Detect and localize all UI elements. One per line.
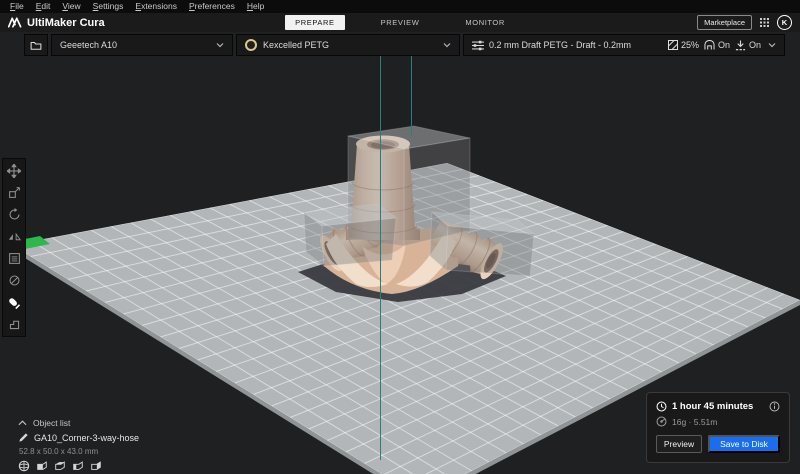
menu-help[interactable]: Help [241,0,270,13]
adhesion-icon [735,39,746,50]
support-blocker-tool-icon[interactable] [7,273,22,288]
move-tool-icon[interactable] [7,163,22,178]
object-list-panel: Object list GA10_Corner-3-way-hose 52.8 … [18,418,139,472]
menu-preferences[interactable]: Preferences [183,0,241,13]
profile-name: 0.2 mm Draft PETG - Draft - 0.2mm [489,40,632,50]
object-name: GA10_Corner-3-way-hose [34,432,140,443]
object-list-title: Object list [33,418,71,428]
avatar[interactable]: K [777,15,792,30]
camera-view-presets [18,460,139,472]
stage-tabs: PREPARE PREVIEW MONITOR [0,13,800,32]
material-selector[interactable]: Kexcelled PETG [236,34,460,56]
printer-selector[interactable]: Geeetech A10 [51,34,233,56]
infill-summary: 25% [667,40,699,50]
tab-anti-warping-tool-icon[interactable] [7,317,22,332]
chevron-up-icon [18,420,27,426]
support-value: On [717,40,730,50]
pencil-icon [19,433,28,442]
object-list-toggle[interactable]: Object list [18,418,139,428]
object-list-item[interactable]: GA10_Corner-3-way-hose [18,432,139,443]
print-settings-sliders-icon [472,40,484,50]
tab-preview[interactable]: PREVIEW [371,15,430,30]
config-bar: Geeetech A10 Kexcelled PETG 0.2 mm Draft… [24,34,785,56]
menu-edit[interactable]: Edit [30,0,57,13]
apps-grid-icon[interactable] [760,18,769,27]
adhesion-summary: On [735,39,761,51]
infill-icon [667,40,678,50]
tab-monitor[interactable]: MONITOR [455,15,514,30]
material-spool-icon [245,39,257,51]
top-view-icon[interactable] [54,460,66,472]
scale-tool-icon[interactable] [7,185,22,200]
menu-bar: File Edit View Settings Extensions Prefe… [0,0,800,13]
print-time: 1 hour 45 minutes [672,401,754,412]
material-spool-usage-icon [656,416,667,427]
front-view-icon[interactable] [36,460,48,472]
object-dimensions: 52.8 x 50.0 x 43.0 mm [19,447,99,456]
chevron-down-icon [768,42,776,48]
app-title: UltiMaker Cura [27,16,105,29]
3d-view-icon[interactable] [18,460,30,472]
print-settings-selector[interactable]: 0.2 mm Draft PETG - Draft - 0.2mm 25% On [463,34,785,56]
menu-settings[interactable]: Settings [87,0,130,13]
mirror-tool-icon[interactable] [7,229,22,244]
chevron-down-icon [443,42,451,48]
info-icon[interactable] [769,401,780,412]
support-icon [704,40,715,50]
save-to-disk-button[interactable]: Save to Disk [708,435,780,453]
material-usage: 16g · 5.51m [672,416,718,427]
adhesion-value: On [748,40,761,50]
ultimaker-logo-icon [8,17,22,28]
menu-extensions[interactable]: Extensions [129,0,183,13]
left-toolbar [2,158,26,337]
rotate-tool-icon[interactable] [7,207,22,222]
preview-button[interactable]: Preview [656,435,702,453]
clock-icon [656,401,667,412]
right-view-icon[interactable] [90,460,102,472]
header-bar: UltiMaker Cura PREPARE PREVIEW MONITOR M… [0,13,800,32]
folder-icon [30,41,42,50]
infill-value: 25% [680,40,699,50]
marketplace-button[interactable]: Marketplace [697,15,752,30]
action-panel: 1 hour 45 minutes 16g · 5.51m Preview Sa… [646,392,790,463]
support-summary: On [704,40,730,50]
material-name: Kexcelled PETG [263,40,330,50]
menu-file[interactable]: File [4,0,30,13]
app-brand: UltiMaker Cura [8,17,105,29]
header-right: Marketplace K [697,15,792,30]
printer-name: Geeetech A10 [60,40,118,50]
open-file-button[interactable] [24,34,48,56]
menu-view[interactable]: View [56,0,86,13]
per-model-settings-tool-icon[interactable] [7,251,22,266]
left-view-icon[interactable] [72,460,84,472]
viewport-3d[interactable]: Geeetech A10 Kexcelled PETG 0.2 mm Draft… [0,32,800,474]
chevron-down-icon [216,42,224,48]
custom-supports-tool-icon[interactable] [7,295,22,310]
tab-prepare[interactable]: PREPARE [285,15,345,30]
